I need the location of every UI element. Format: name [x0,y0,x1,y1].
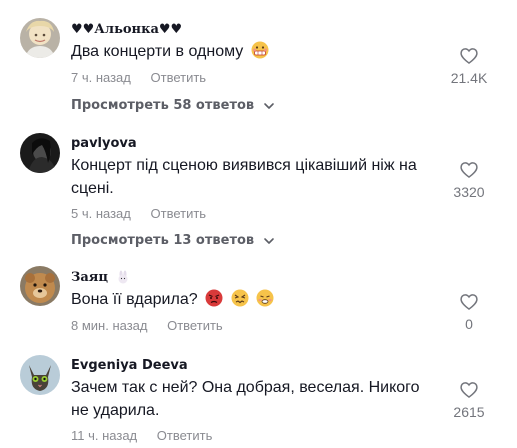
comment-meta: 5 ч. назад Ответить [71,206,206,221]
comment-author[interactable]: pavlyova [71,136,137,151]
chevron-down-icon [263,237,274,244]
like-button[interactable]: 3320 [439,160,499,200]
reply-button[interactable]: Ответить [167,318,223,333]
reply-button[interactable]: Ответить [151,70,207,85]
like-button[interactable]: 2615 [439,380,499,420]
reply-button[interactable]: Ответить [151,206,207,221]
like-count: 3320 [453,184,485,200]
avatar[interactable] [20,18,60,58]
confounded-emoji-icon [231,289,249,307]
heart-outline-icon [460,48,478,65]
view-replies-label: Просмотреть 58 ответов [71,98,255,113]
comment-time: 7 ч. назад [71,70,131,85]
comment-meta: 7 ч. назад Ответить [71,70,206,85]
like-count: 0 [465,316,473,332]
comment-time: 8 мин. назад [71,318,148,333]
comment-meta: 11 ч. назад Ответить [71,428,212,443]
view-replies-button[interactable]: Просмотреть 58 ответов [71,98,275,113]
like-count: 21.4K [450,70,488,86]
like-button[interactable]: 21.4K [439,46,499,86]
avatar[interactable] [20,355,60,395]
view-replies-button[interactable]: Просмотреть 13 ответов [71,233,275,248]
comment-text-body: Вона її вдарила? [71,291,198,308]
comment-time: 5 ч. назад [71,206,131,221]
comment-author[interactable]: Evgeniya Deeva [71,358,188,373]
persevering-emoji-icon [256,289,274,307]
comment-meta: 8 мин. назад Ответить [71,318,223,333]
rabbit-icon [118,270,128,284]
chevron-down-icon [263,102,274,109]
avatar[interactable] [20,133,60,173]
comment-text: Вона її вдарила? [71,288,441,311]
comment-author[interactable]: Заяц [71,270,130,285]
angry-devil-emoji-icon [205,289,223,307]
heart-outline-icon [460,162,478,179]
comment-text-body: Два концерти в одному [71,43,244,60]
view-replies-label: Просмотреть 13 ответов [71,233,255,248]
grimacing-emoji-icon [251,41,269,59]
like-button[interactable]: 0 [439,292,499,332]
comment-author-name: Заяц [71,270,109,285]
comment-text: Зачем так с ней? Она добрая, веселая. Ни… [71,379,420,419]
avatar[interactable] [20,266,60,306]
comment-text: Два концерти в одному [71,40,441,63]
comment-time: 11 ч. назад [71,428,138,443]
heart-outline-icon [460,382,478,399]
reply-button[interactable]: Ответить [157,428,213,443]
heart-outline-icon [460,294,478,311]
like-count: 2615 [453,404,485,420]
comment-author[interactable]: ♥♥Альонка♥♥ [71,22,182,37]
comment-text: Концерт під сценою виявився цікавіший ні… [71,157,417,197]
